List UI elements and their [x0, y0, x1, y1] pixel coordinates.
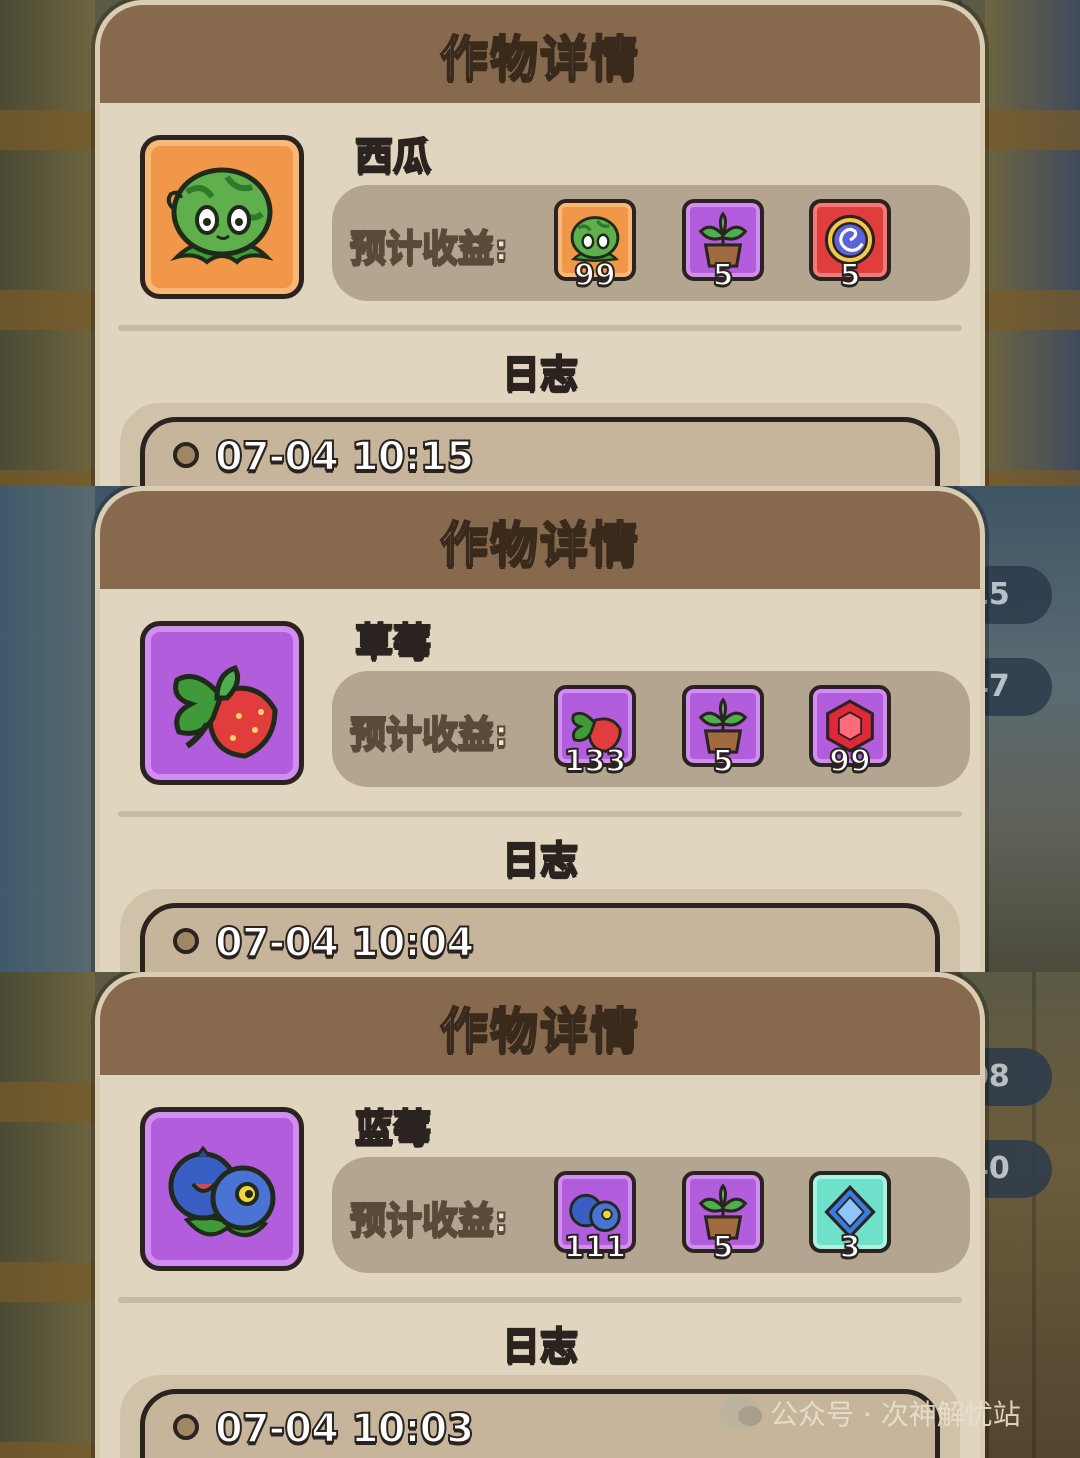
card-header: 作物详情: [100, 491, 980, 589]
reward-item-seedling[interactable]: 5: [682, 199, 764, 294]
log-entry-time: 07-04 10:03: [214, 1405, 475, 1453]
reward-quantity: 99: [573, 257, 617, 294]
card-title: 作物详情: [439, 516, 640, 574]
crop-name: 蓝莓: [354, 1105, 432, 1151]
card-header: 作物详情: [100, 977, 980, 1075]
log-section-title: 日志: [501, 351, 579, 397]
watermark-text: 公众号 · 次神解忧站: [770, 1398, 1021, 1431]
log-entry-time: 07-04 10:04: [214, 919, 475, 967]
crop-detail-panel-watermelon: 作物详情 西瓜 预计收益: 99 5 5 日志 07-04 10:15: [0, 0, 1080, 486]
section-divider: [118, 1297, 962, 1303]
reward-item-blueberry[interactable]: 111: [554, 1171, 636, 1266]
log-entry-dot-icon: [173, 1414, 199, 1440]
crop-detail-card: 作物详情 西瓜 预计收益: 99 5 5 日志 07-04 10:15: [95, 0, 985, 486]
expected-yield-box: 预计收益: 111 5 3: [332, 1157, 970, 1273]
expected-yield-label: 预计收益:: [349, 1199, 509, 1242]
log-list[interactable]: 07-04 10:15: [120, 403, 960, 486]
watermelon-icon: [166, 167, 274, 265]
reward-item-seedling[interactable]: 5: [682, 685, 764, 780]
log-section-title: 日志: [501, 1323, 579, 1369]
crop-detail-panel-strawberry: 15 47 作物详情 草莓 预计收益: 133 5 99 日志 07-04 10…: [0, 486, 1080, 972]
crop-name: 西瓜: [354, 133, 432, 179]
reward-item-watermelon[interactable]: 99: [554, 199, 636, 294]
crop-portrait[interactable]: [140, 1107, 304, 1271]
crop-name: 草莓: [354, 619, 432, 665]
reward-quantity: 111: [563, 1229, 628, 1266]
background-decor-right: [985, 0, 1080, 486]
log-entry-dot-icon: [173, 442, 199, 468]
crop-detail-card: 作物详情 草莓 预计收益: 133 5 99 日志 07-04 10:04: [95, 486, 985, 972]
background-decor-left: [0, 486, 95, 972]
reward-quantity: 133: [563, 743, 628, 780]
log-entry-dot-icon: [173, 928, 199, 954]
reward-quantity: 5: [712, 1229, 735, 1266]
log-entry-time: 07-04 10:15: [214, 433, 475, 481]
watermark: 公众号 · 次神解忧站: [720, 1393, 1021, 1433]
log-section-title: 日志: [501, 837, 579, 883]
reward-quantity: 5: [839, 257, 862, 294]
reward-item-spiral-token[interactable]: 5: [809, 199, 891, 294]
log-entry[interactable]: 07-04 10:15: [140, 417, 940, 486]
crop-portrait[interactable]: [140, 135, 304, 299]
reward-item-ruby[interactable]: 99: [809, 685, 891, 780]
blueberry-icon: [168, 1145, 276, 1237]
card-header: 作物详情: [100, 5, 980, 103]
section-divider: [118, 811, 962, 817]
log-list[interactable]: 07-04 10:04: [120, 889, 960, 972]
strawberry-icon: [173, 664, 278, 759]
reward-item-seedling[interactable]: 5: [682, 1171, 764, 1266]
card-title: 作物详情: [439, 1002, 640, 1060]
reward-item-sapphire[interactable]: 3: [809, 1171, 891, 1266]
reward-quantity: 3: [839, 1229, 862, 1266]
expected-yield-box: 预计收益: 99 5 5: [332, 185, 970, 301]
crop-detail-card: 作物详情 蓝莓 预计收益: 111 5 3 日志 07-04 10:03: [95, 972, 985, 1458]
card-title: 作物详情: [439, 30, 640, 88]
reward-quantity: 99: [828, 743, 872, 780]
reward-item-strawberry[interactable]: 133: [554, 685, 636, 780]
reward-quantity: 5: [712, 743, 735, 780]
expected-yield-label: 预计收益:: [349, 227, 509, 270]
wechat-icon: [720, 1396, 762, 1430]
expected-yield-label: 预计收益:: [349, 713, 509, 756]
background-decor-left: [0, 972, 95, 1458]
crop-detail-panel-blueberry: 08 40 作物详情 蓝莓 预计收益: 111 5 3 日志 07-04 10:…: [0, 972, 1080, 1458]
background-decor-left: [0, 0, 95, 486]
log-entry[interactable]: 07-04 10:04: [140, 903, 940, 972]
crop-portrait[interactable]: [140, 621, 304, 785]
section-divider: [118, 325, 962, 331]
expected-yield-box: 预计收益: 133 5 99: [332, 671, 970, 787]
reward-quantity: 5: [712, 257, 735, 294]
